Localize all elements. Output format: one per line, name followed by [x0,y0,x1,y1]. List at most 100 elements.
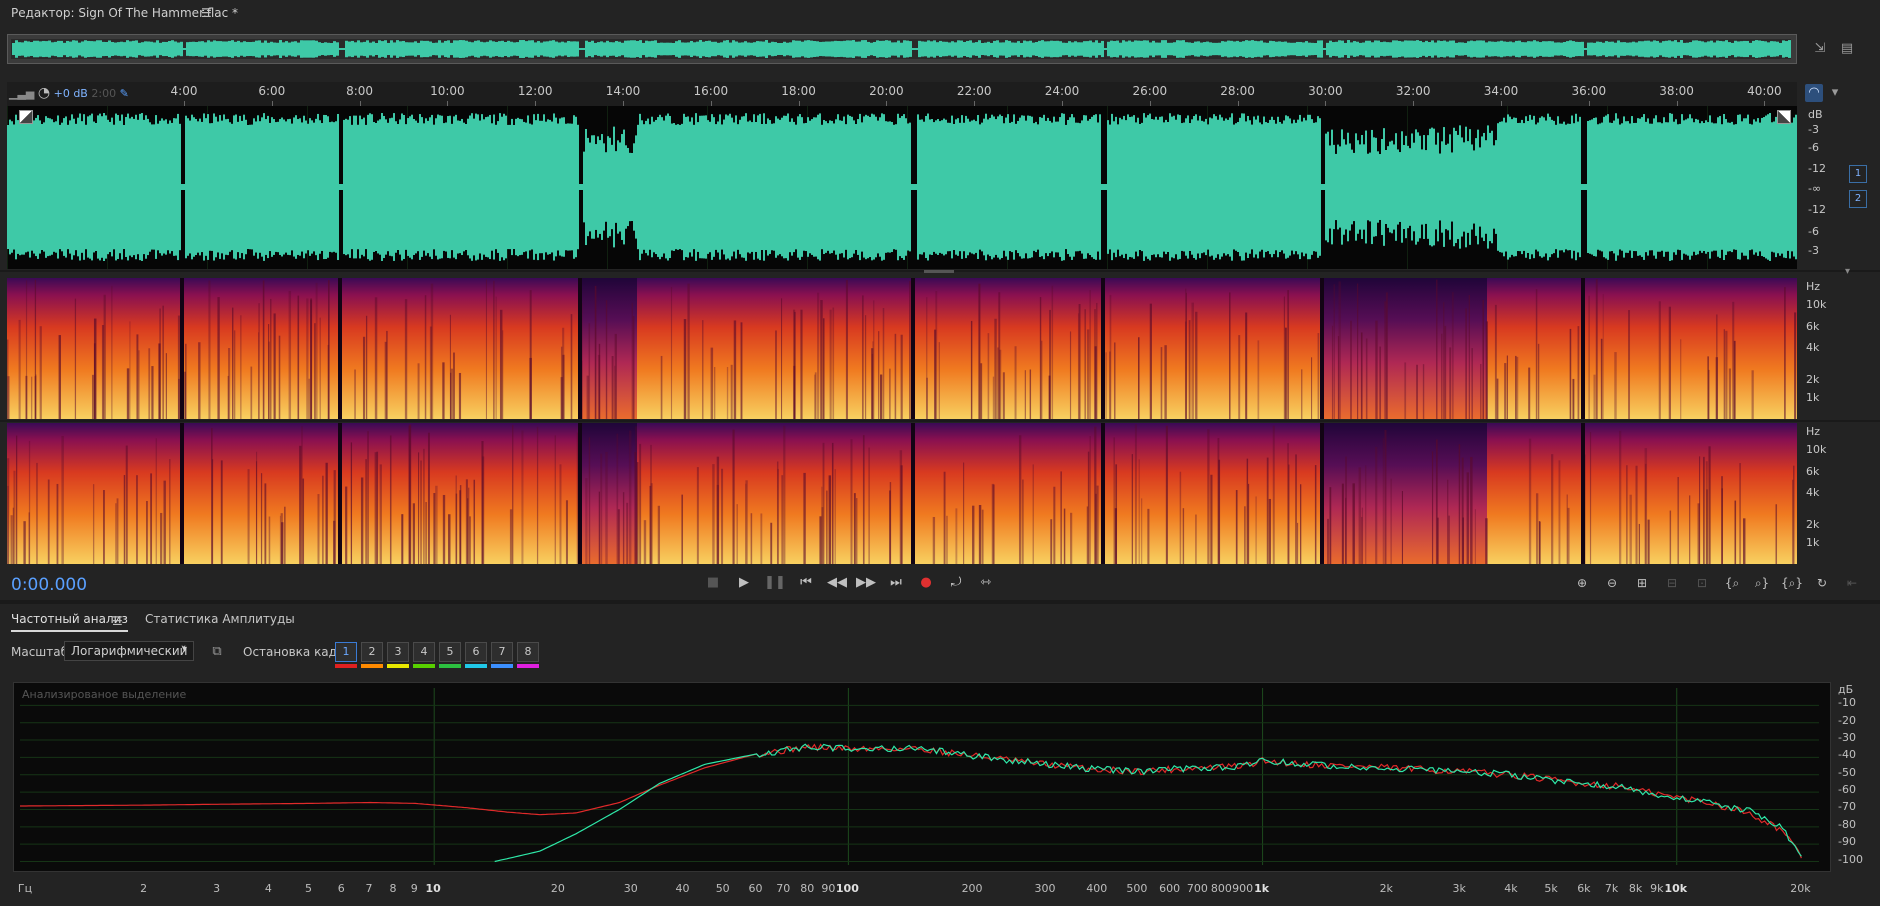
waveform-bar [1147,115,1149,259]
spectral-streak [1485,518,1488,564]
marker-icon[interactable]: ▾ [1826,84,1844,102]
wave-fade-in-handle[interactable] [19,110,33,124]
zoom-left-icon[interactable]: {⌕ [1720,573,1744,593]
scale-select[interactable]: Логарифмический ▾ [64,641,194,661]
spectral-streak [1094,426,1097,564]
spectral-gap [338,423,342,564]
go-to-end-icon[interactable]: ⏭ [885,573,907,593]
overview-wave-bar [939,40,942,58]
frame-hold-button-1[interactable]: 1 [335,642,357,662]
zoom-to-selection-icon[interactable]: ⇲ [1811,40,1829,58]
zoom-in-amplitude-icon[interactable]: ⊕ [1570,573,1594,593]
spectral-streak [781,298,783,419]
zoom-out-time-icon[interactable]: ⊟ [1660,573,1684,593]
waveform-bar [687,116,689,258]
waveform-bar [617,140,619,234]
frequency-chart[interactable] [13,682,1831,872]
overview-wave-bar [1377,40,1380,58]
tab-amplitude-statistics[interactable]: Статистика Амплитуды [145,612,295,626]
waveform-bar [477,114,479,260]
overview-wave-bar [1056,40,1059,58]
zoom-out-amplitude-icon[interactable]: ⊖ [1600,573,1624,593]
overview-wave-bar [1266,42,1269,56]
overview-wave-bar [891,42,894,56]
pin-icon[interactable]: ✎ [120,87,129,100]
overview-wave-bar [273,42,276,56]
overview-wave-bar [954,42,957,56]
volume-readout[interactable]: +0 dB [54,87,88,100]
waveform-bar [459,120,461,254]
overview-strip[interactable] [7,34,1797,64]
waveform-bar [587,137,589,237]
tab-menu-icon[interactable]: ☰ [112,614,123,628]
waveform-bar [1033,123,1035,251]
editor-menu-icon[interactable]: ☰ [201,6,212,20]
frame-hold-button-7[interactable]: 7 [491,642,513,662]
fast-forward-icon[interactable]: ▶▶ [855,573,877,593]
waveform-bar [1189,123,1191,251]
waveform-bar [521,119,523,255]
spectral-streak [136,475,138,564]
tab-frequency-analysis[interactable]: Частотный анализ [11,612,128,632]
record-icon[interactable]: ● [915,573,937,593]
splitter-grip[interactable] [924,270,954,273]
frame-hold-button-2[interactable]: 2 [361,642,383,662]
spectral-view-channel-2[interactable] [7,423,1797,564]
waveform-bar [1517,122,1519,252]
waveform-bar [319,120,321,254]
waveform-bar [1417,132,1419,242]
overview-wave-bar [753,42,756,56]
waveform-bar [929,119,931,255]
rewind-icon[interactable]: ◀◀ [826,573,848,593]
spectral-canvas-2 [7,423,1797,564]
current-time-display[interactable]: 0:00.000 [11,575,87,595]
waveform-bar [717,121,719,253]
channel-1-badge[interactable]: 1 [1849,165,1867,183]
copy-icon[interactable]: ⧉ [208,643,226,661]
overview-wave-bar [924,41,927,57]
overview-wave-bar [456,40,459,58]
spectral-streak [670,286,673,419]
frequency-tick-label: 600 [1159,882,1181,895]
zoom-selection-icon[interactable]: ⊡ [1690,573,1714,593]
frame-hold-button-5[interactable]: 5 [439,642,461,662]
waveform-bar [113,124,115,250]
channel-2-badge[interactable]: 2 [1849,190,1867,208]
waveform-view[interactable] [7,106,1797,269]
panel-divider[interactable] [0,600,1880,604]
wave-fade-out-handle[interactable] [1777,110,1791,124]
waveform-bar [1327,131,1329,243]
stop-icon[interactable]: ■ [702,573,724,593]
go-to-start-icon[interactable]: ⏮ [795,573,817,593]
splitter-chevron-icon[interactable]: ▾ [1845,266,1850,277]
spectral-view-channel-1[interactable] [7,278,1797,419]
overview-wave-bar [1092,42,1095,56]
waveform-bar [1495,140,1497,234]
loop-icon[interactable]: ⤾ [945,573,967,593]
zoom-in-time-icon[interactable]: ⊞ [1630,573,1654,593]
frame-hold-button-8[interactable]: 8 [517,642,539,662]
pause-icon[interactable]: ❚❚ [764,573,786,593]
skip-icon[interactable]: ⇿ [975,573,997,593]
zoom-right-icon[interactable]: ⌕} [1750,573,1774,593]
waveform-bar [725,114,727,260]
volume-knob-icon[interactable]: ◔ [38,85,50,101]
overview-wave-bar [918,40,921,58]
frame-hold-button-3[interactable]: 3 [387,642,409,662]
overview-wave-bar [45,41,48,57]
frequency-tick-label: 800 [1210,882,1232,895]
zoom-full-icon[interactable]: {⌕} [1780,573,1804,593]
waveform-bar [1137,117,1139,257]
play-icon[interactable]: ▶ [733,573,755,593]
frame-hold-button-4[interactable]: 4 [413,642,435,662]
zoom-reset-icon[interactable]: ↻ [1810,573,1834,593]
panel-layout-icon[interactable]: ▤ [1838,40,1856,58]
overview-waveform [11,39,1791,59]
spectral-streak [1070,512,1073,564]
waveform-bar [1157,119,1159,255]
zoom-fit-icon[interactable]: ⇤ [1840,573,1864,593]
headphones-icon[interactable]: ◠ [1805,84,1823,102]
frame-hold-button-6[interactable]: 6 [465,642,487,662]
waveform-bar [33,120,35,254]
timeline-ruler[interactable]: 4:00 6:00 8:00 10:00 12:00 14:00 16:00 18:00 20:… [7,82,1797,107]
